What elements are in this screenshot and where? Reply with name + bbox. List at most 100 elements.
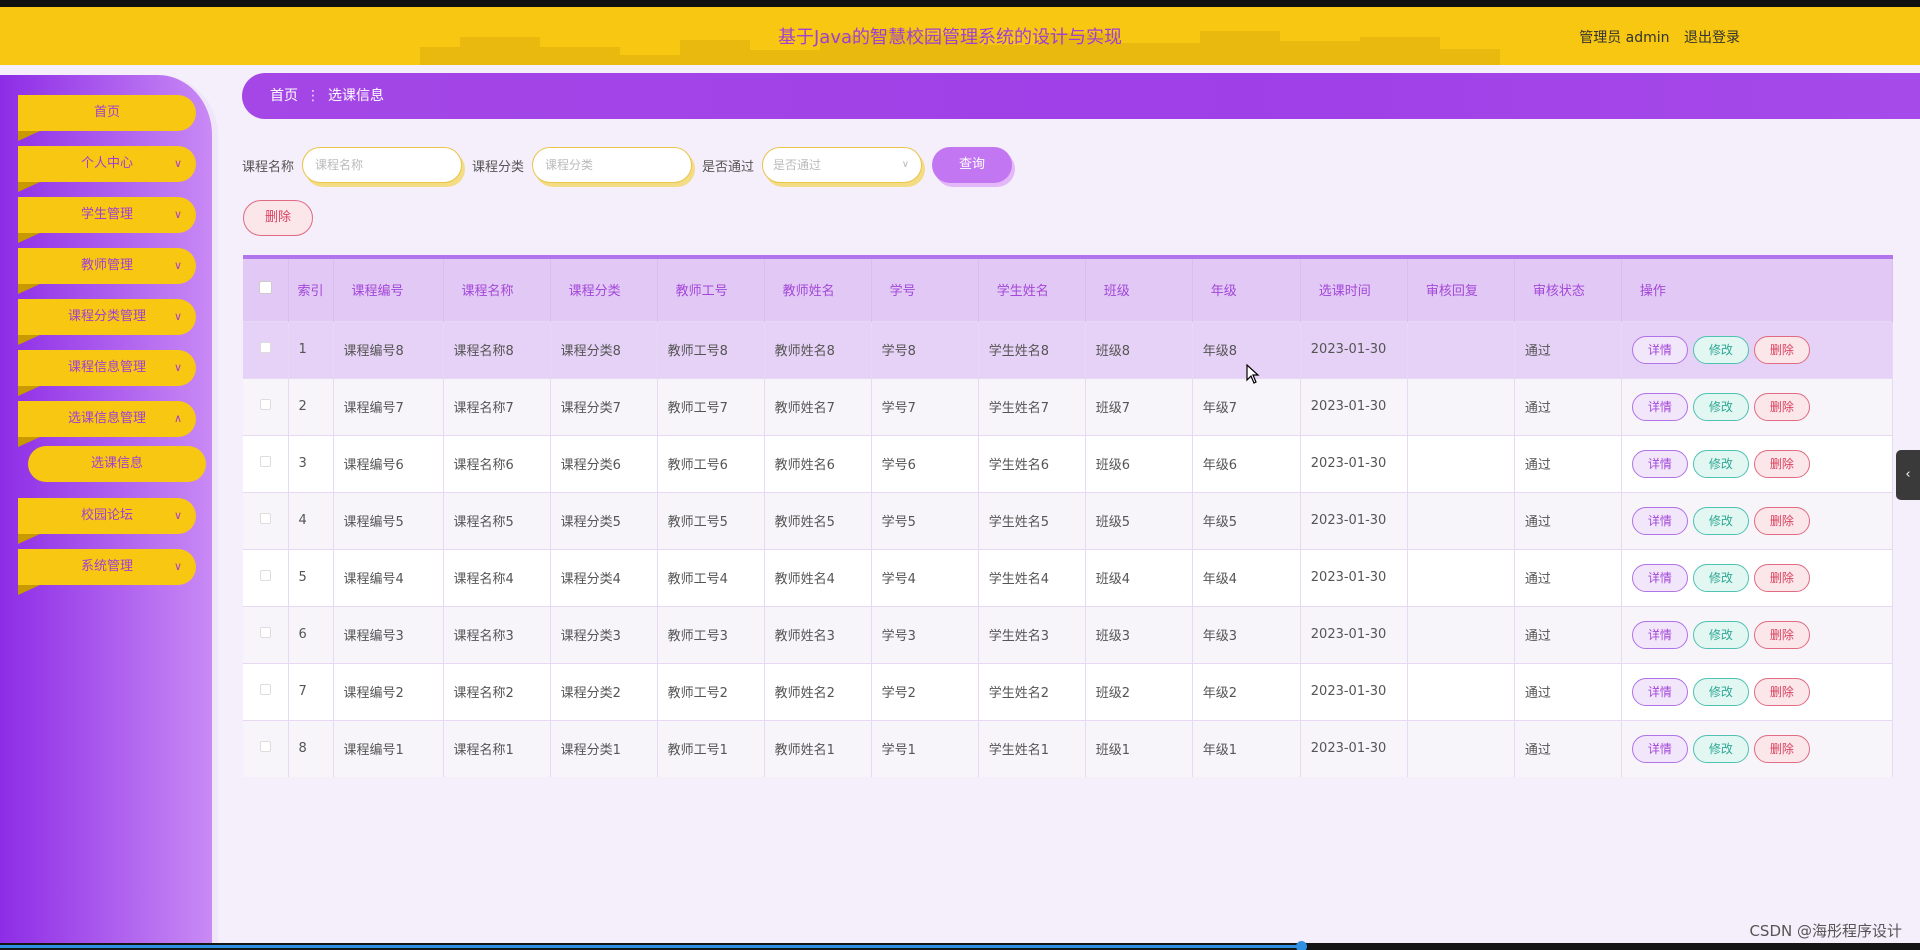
row-checkbox[interactable] [259,342,271,353]
detail-button[interactable]: 详情 [1631,449,1688,478]
batch-delete-button[interactable]: 删除 [243,200,313,236]
row-actions: 详情 修改 删除 [1621,720,1894,777]
table-cell-teacher-name: 教师姓名1 [764,720,872,777]
row-checkbox[interactable] [259,741,271,753]
edit-button[interactable]: 修改 [1692,449,1749,478]
table-cell-student-id: 学号1 [871,720,979,777]
edit-button[interactable]: 修改 [1692,734,1749,763]
detail-button[interactable]: 详情 [1631,677,1688,706]
column-header: 操作 [1621,259,1894,321]
table-cell-teacher-name: 教师姓名8 [764,321,872,378]
table-cell-course-name: 课程名称6 [443,435,551,492]
edit-button[interactable]: 修改 [1692,335,1749,364]
table-cell-time: 2023-01-30 [1300,492,1408,549]
row-checkbox[interactable] [259,513,271,524]
table-row[interactable]: 1 课程编号8 课程名称8 课程分类8 教师工号8 教师姓名8 学号8 学生姓名8 班级8 年级8… [243,321,1894,378]
table-cell-course-cat: 课程分类3 [550,606,658,663]
delete-button[interactable]: 删除 [1753,620,1810,649]
table-row[interactable]: 3 课程编号6 课程名称6 课程分类6 教师工号6 教师姓名6 学号6 学生姓名6 班级6 年级6… [243,435,1894,492]
table-cell-course-no: 课程编号8 [333,321,444,378]
sidebar-item-profile[interactable]: 个人中心 ∨ [18,146,196,192]
table-cell-student-name: 学生姓名8 [978,321,1086,378]
column-header: 索引 [288,259,334,321]
table-row[interactable]: 4 课程编号5 课程名称5 课程分类5 教师工号5 教师姓名5 学号5 学生姓名5 班级5 年级5… [243,492,1894,549]
sidebar-item-students[interactable]: 学生管理 ∨ [18,197,196,243]
course-name-input[interactable]: 课程名称 [302,147,463,183]
sidebar-item-home[interactable]: 首页 [18,95,196,141]
delete-button[interactable]: 删除 [1753,335,1810,364]
sidebar-item-course-selection[interactable]: 选课信息管理 ∧ [18,401,196,447]
table-cell-class: 班级6 [1085,435,1193,492]
sidebar-item-course-info[interactable]: 课程信息管理 ∨ [18,350,196,396]
table-cell-status: 通过 [1514,321,1622,378]
row-select-cell [243,378,289,435]
table-row[interactable]: 5 课程编号4 课程名称4 课程分类4 教师工号4 教师姓名4 学号4 学生姓名4 班级4 年级4… [243,549,1894,606]
video-progress-bar[interactable] [0,945,1300,948]
sidebar-subitem-selection-info[interactable]: 选课信息 [28,446,206,482]
delete-button[interactable]: 删除 [1753,392,1810,421]
detail-button[interactable]: 详情 [1631,563,1688,592]
table-cell-index: 4 [288,492,334,549]
progress-knob[interactable] [1296,941,1307,950]
delete-button[interactable]: 删除 [1753,563,1810,592]
table-cell-time: 2023-01-30 [1300,321,1408,378]
row-checkbox[interactable] [259,399,271,410]
query-button[interactable]: 查询 [932,147,1013,183]
table-cell-status: 通过 [1514,378,1622,435]
table-cell-reply [1407,606,1515,663]
delete-button[interactable]: 删除 [1753,506,1810,535]
row-checkbox[interactable] [259,570,271,581]
table-cell-course-no: 课程编号3 [333,606,444,663]
breadcrumb-home[interactable]: 首页 [270,88,298,104]
table-cell-grade: 年级1 [1192,720,1301,777]
side-collapse-tab[interactable]: ‹ [1896,450,1920,500]
edit-button[interactable]: 修改 [1692,563,1749,592]
detail-button[interactable]: 详情 [1631,506,1688,535]
sidebar-item-course-category[interactable]: 课程分类管理 ∨ [18,299,196,345]
row-checkbox[interactable] [259,627,271,638]
breadcrumb: 首页 ⋮ 选课信息 [242,73,1920,119]
row-actions: 详情 修改 删除 [1621,492,1894,549]
row-select-cell [243,321,289,378]
sidebar-item-label: 校园论坛 [80,508,133,523]
row-select-cell [243,549,289,606]
course-name-label: 课程名称 [242,159,295,175]
course-category-input[interactable]: 课程分类 [532,147,693,183]
delete-button[interactable]: 删除 [1753,449,1810,478]
table-cell-teacher-id: 教师工号7 [657,378,765,435]
table-row[interactable]: 7 课程编号2 课程名称2 课程分类2 教师工号2 教师姓名2 学号2 学生姓名2 班级2 年级2… [243,663,1894,720]
table-row[interactable]: 8 课程编号1 课程名称1 课程分类1 教师工号1 教师姓名1 学号1 学生姓名1 班级1 年级1… [243,720,1894,777]
table-cell-index: 7 [288,663,334,720]
select-all-checkbox[interactable] [258,281,272,295]
table-cell-grade: 年级7 [1192,378,1301,435]
table-cell-course-name: 课程名称4 [443,549,551,606]
table-cell-teacher-id: 教师工号4 [657,549,765,606]
edit-button[interactable]: 修改 [1692,620,1749,649]
edit-button[interactable]: 修改 [1692,677,1749,706]
delete-button[interactable]: 删除 [1753,677,1810,706]
edit-button[interactable]: 修改 [1692,506,1749,535]
detail-button[interactable]: 详情 [1631,392,1688,421]
sidebar-item-teachers[interactable]: 教师管理 ∨ [18,248,196,294]
sidebar-item-forum[interactable]: 校园论坛 ∨ [18,498,196,544]
table-cell-time: 2023-01-30 [1300,549,1408,606]
table-cell-time: 2023-01-30 [1300,720,1408,777]
detail-button[interactable]: 详情 [1631,620,1688,649]
row-checkbox[interactable] [259,684,271,695]
table-cell-course-no: 课程编号7 [333,378,444,435]
detail-button[interactable]: 详情 [1631,335,1688,364]
table-row[interactable]: 2 课程编号7 课程名称7 课程分类7 教师工号7 教师姓名7 学号7 学生姓名7 班级7 年级7… [243,378,1894,435]
table-cell-reply [1407,549,1515,606]
edit-button[interactable]: 修改 [1692,392,1749,421]
table-row[interactable]: 6 课程编号3 课程名称3 课程分类3 教师工号3 教师姓名3 学号3 学生姓名3 班级3 年级3… [243,606,1894,663]
passed-select[interactable]: 是否通过 ∨ [762,147,923,183]
logout-link[interactable]: 退出登录 [1684,30,1740,46]
sidebar-item-system[interactable]: 系统管理 ∨ [18,549,196,595]
delete-button[interactable]: 删除 [1753,734,1810,763]
window-top-strip [0,0,1920,7]
row-checkbox[interactable] [259,456,271,467]
row-actions: 详情 修改 删除 [1621,663,1894,720]
table-cell-course-name: 课程名称1 [443,720,551,777]
detail-button[interactable]: 详情 [1631,734,1688,763]
sidebar-item-label: 学生管理 [80,207,133,222]
